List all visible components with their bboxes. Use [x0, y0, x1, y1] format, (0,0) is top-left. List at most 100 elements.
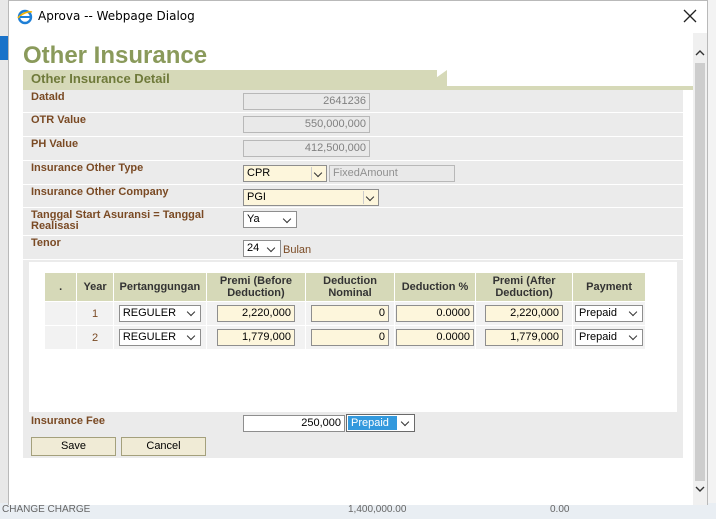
chevron-down-icon — [185, 307, 199, 320]
premi-before-input[interactable]: 1,779,000 — [216, 329, 295, 346]
row-ph-value: PH Value 412,500,000 — [23, 137, 683, 161]
ie-icon — [17, 9, 33, 25]
col-header-deduction-nominal: Deduction Nominal — [305, 272, 396, 302]
insurance-other-company-select[interactable]: PGI — [243, 189, 379, 206]
year-cell: 2 — [76, 325, 114, 350]
premium-table-container: . Year Pertanggungan Premi (Before Deduc… — [29, 262, 677, 412]
pertanggungan-select[interactable]: REGULER — [118, 305, 201, 322]
premi-after-cell: 2,220,000 — [474, 301, 574, 326]
fixed-amount-field[interactable]: FixedAmount — [329, 165, 455, 182]
tenor-unit: Bulan — [283, 244, 312, 256]
row-index-cell — [43, 301, 78, 326]
scrollbar-thumb[interactable] — [695, 63, 705, 481]
deduction-nominal-input[interactable]: 0 — [311, 329, 390, 346]
chevron-down-icon — [627, 307, 641, 320]
insurance-fee-payment-select[interactable]: Prepaid — [346, 414, 415, 432]
insurance-other-company-label: Insurance Other Company — [31, 186, 169, 198]
page-title: Other Insurance — [23, 42, 208, 69]
year-cell: 1 — [76, 301, 114, 326]
row-insurance-fee: Insurance Fee 250,000 Prepaid — [23, 412, 683, 434]
deduction-pct-input[interactable]: 0.0000 — [396, 305, 475, 322]
insurance-other-type-value: CPR — [247, 167, 271, 179]
row-insurance-other-type: Insurance Other Type CPR FixedAmount — [23, 161, 683, 185]
tanggal-start-select[interactable]: Ya — [243, 211, 297, 228]
payment-select[interactable]: Prepaid — [575, 329, 644, 346]
payment-value: Prepaid — [579, 307, 617, 319]
pertanggungan-value: REGULER — [122, 307, 177, 319]
payment-cell: Prepaid — [572, 301, 646, 326]
insurance-fee-payment-value: Prepaid — [348, 416, 397, 430]
pertanggungan-select[interactable]: REGULER — [118, 329, 201, 346]
insurance-other-type-label: Insurance Other Type — [31, 162, 144, 174]
premi-after-cell: 1,779,000 — [474, 325, 574, 350]
chevron-down-icon — [363, 191, 377, 204]
deduction-pct-cell: 0.0000 — [394, 325, 476, 350]
premi-after-input[interactable]: 2,220,000 — [485, 305, 564, 322]
insurance-other-type-select[interactable]: CPR — [243, 165, 327, 182]
chevron-down-icon — [185, 331, 199, 344]
background-bottom-text-right: 0.00 — [550, 504, 570, 515]
close-icon[interactable] — [681, 7, 699, 25]
col-header-payment: Payment — [572, 272, 646, 302]
row-data-id: DataId 2641236 — [23, 90, 683, 113]
payment-select[interactable]: Prepaid — [575, 305, 644, 322]
col-header-index: . — [43, 272, 78, 302]
section-header: Other Insurance Detail — [23, 70, 693, 90]
col-header-pertanggungan: Pertanggungan — [112, 272, 207, 302]
pertanggungan-value: REGULER — [122, 331, 177, 343]
section-tab-edge — [419, 70, 447, 90]
data-id-field[interactable]: 2641236 — [243, 93, 370, 110]
background-bottom-text-mid: 1,400,000.00 — [348, 504, 407, 515]
vertical-scrollbar[interactable] — [693, 33, 707, 505]
premium-table: . Year Pertanggungan Premi (Before Deduc… — [43, 272, 646, 350]
payment-cell: Prepaid — [572, 325, 646, 350]
chevron-down-icon — [281, 213, 295, 226]
pertanggungan-cell: REGULER — [112, 325, 207, 350]
tenor-value: 24 — [247, 242, 260, 254]
deduction-nominal-input[interactable]: 0 — [311, 305, 390, 322]
insurance-fee-input[interactable]: 250,000 — [243, 415, 345, 432]
premium-table-panel: . Year Pertanggungan Premi (Before Deduc… — [23, 260, 683, 412]
window-title: Aprova -- Webpage Dialog — [38, 9, 195, 23]
deduction-pct-cell: 0.0000 — [394, 301, 476, 326]
row-otr-value: OTR Value 550,000,000 — [23, 113, 683, 137]
deduction-pct-input[interactable]: 0.0000 — [396, 329, 475, 346]
col-header-premi-before: Premi (Before Deduction) — [205, 272, 307, 302]
scroll-down-icon[interactable] — [694, 483, 706, 495]
deduction-nominal-cell: 0 — [305, 301, 396, 326]
premi-before-cell: 2,220,000 — [205, 301, 307, 326]
table-row: 1 REGULER 2,220,000 0 0.0000 2,220,000 P… — [43, 301, 646, 326]
row-tenor: Tenor 24 Bulan — [23, 236, 683, 260]
pertanggungan-cell: REGULER — [112, 301, 207, 326]
row-insurance-other-company: Insurance Other Company PGI — [23, 185, 683, 208]
insurance-other-company-value: PGI — [247, 191, 266, 203]
ph-value-field[interactable]: 412,500,000 — [243, 140, 370, 157]
scroll-up-icon[interactable] — [694, 47, 706, 59]
chevron-down-icon — [627, 331, 641, 344]
insurance-fee-label: Insurance Fee — [31, 415, 105, 427]
ph-value-label: PH Value — [31, 138, 79, 150]
cancel-button[interactable]: Cancel — [121, 437, 206, 456]
col-header-deduction-pct: Deduction % — [394, 272, 476, 302]
deduction-nominal-cell: 0 — [305, 325, 396, 350]
dialog-content: Other Insurance Other Insurance Detail D… — [9, 33, 693, 505]
tanggal-start-value: Ya — [247, 213, 260, 225]
table-row: 2 REGULER 1,779,000 0 0.0000 1,779,000 P… — [43, 325, 646, 350]
background-bottom-text-left: CHANGE CHARGE — [2, 504, 91, 515]
otr-value-field[interactable]: 550,000,000 — [243, 116, 370, 133]
tanggal-start-label: Tanggal Start Asuransi = Tanggal Realisa… — [31, 209, 205, 232]
background-left-strip — [0, 0, 8, 519]
button-bar: Save Cancel — [23, 434, 683, 458]
premi-before-input[interactable]: 2,220,000 — [216, 305, 295, 322]
premi-before-cell: 1,779,000 — [205, 325, 307, 350]
premi-after-input[interactable]: 1,779,000 — [485, 329, 564, 346]
title-bar[interactable]: Aprova -- Webpage Dialog — [9, 1, 707, 32]
otr-value-label: OTR Value — [31, 114, 87, 126]
tenor-select[interactable]: 24 — [243, 240, 281, 257]
save-button[interactable]: Save — [31, 437, 116, 456]
col-header-premi-after: Premi (After Deduction) — [474, 272, 574, 302]
row-index-cell — [43, 325, 78, 350]
row-tanggal-start: Tanggal Start Asuransi = Tanggal Realisa… — [23, 208, 683, 236]
payment-value: Prepaid — [579, 331, 617, 343]
webpage-dialog: Aprova -- Webpage Dialog Other Insurance… — [8, 0, 708, 505]
